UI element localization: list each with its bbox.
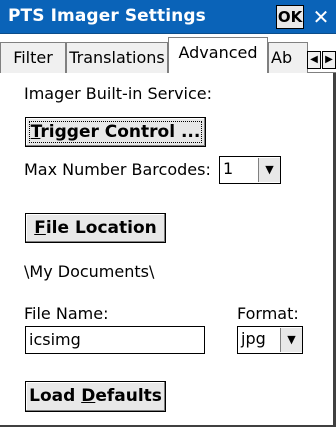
tab-scroll-right-icon[interactable]: ▶: [322, 51, 336, 69]
max-barcodes-value: 1: [223, 159, 234, 178]
file-location-label: ile Location: [45, 218, 157, 238]
tab-filter[interactable]: Filter: [0, 42, 66, 73]
load-defaults-mnemonic: D: [81, 386, 96, 406]
file-name-input[interactable]: icsimg: [25, 326, 205, 354]
close-icon[interactable]: ✕: [308, 3, 334, 31]
load-defaults-label: efaults: [95, 386, 162, 406]
load-defaults-button[interactable]: Load Defaults: [25, 381, 166, 412]
trigger-label: rigger Control ...: [40, 122, 201, 142]
tab-translations[interactable]: Translations: [66, 42, 168, 73]
tab-scroll-left-icon[interactable]: ◀: [307, 51, 321, 69]
load-defaults-prefix: Load: [29, 386, 82, 406]
imager-service-label: Imager Built-in Service:: [24, 84, 213, 103]
file-name-value: icsimg: [29, 330, 81, 349]
file-location-button[interactable]: File Location: [25, 213, 166, 243]
format-select[interactable]: jpg ▼: [237, 326, 303, 354]
max-barcodes-label: Max Number Barcodes:: [24, 160, 211, 179]
trigger-mnemonic: T: [30, 122, 41, 142]
max-barcodes-select[interactable]: 1 ▼: [219, 156, 281, 184]
file-name-label: File Name:: [24, 304, 109, 323]
format-value: jpg: [241, 329, 266, 348]
chevron-down-icon[interactable]: ▼: [258, 158, 280, 182]
file-location-mnemonic: F: [34, 218, 46, 238]
tab-about[interactable]: Ab: [268, 42, 308, 73]
window-title: PTS Imager Settings: [8, 6, 206, 26]
format-label: Format:: [237, 304, 299, 323]
trigger-control-button[interactable]: Trigger Control ...: [25, 117, 206, 147]
tab-advanced[interactable]: Advanced: [168, 37, 268, 73]
ok-button[interactable]: OK: [276, 5, 304, 29]
file-location-path: \My Documents\: [24, 262, 155, 281]
chevron-down-icon[interactable]: ▼: [280, 328, 302, 352]
